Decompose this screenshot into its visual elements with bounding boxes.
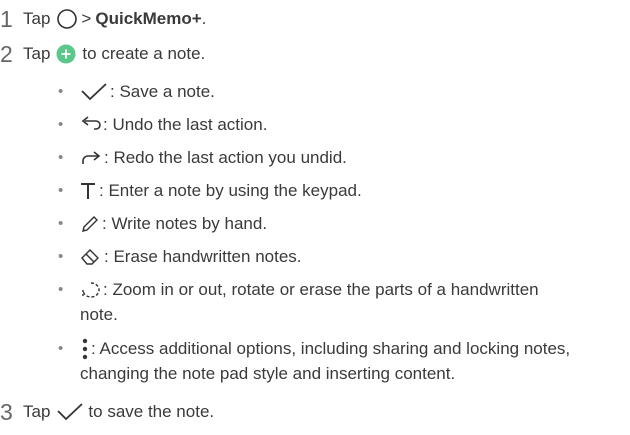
bullet-text-continued: note. (80, 305, 118, 324)
step-2: 2 Tap to create a note. (0, 41, 205, 67)
bullet-text: : Access additional options, including s… (91, 339, 571, 358)
step-number: 2 (0, 40, 13, 67)
more-options-icon (82, 338, 88, 360)
bullet-text: : Erase handwritten notes. (104, 247, 302, 266)
step-end: . (201, 9, 207, 28)
list-item: • : Redo the last action you undid. (58, 145, 347, 171)
list-item: • : Access additional options, including… (58, 336, 571, 362)
pen-icon (80, 214, 100, 234)
bullet-text: : Undo the last action. (103, 115, 268, 134)
step-text-tap: Tap (23, 402, 51, 421)
undo-icon (80, 115, 102, 135)
list-item: • : Zoom in or out, rotate or erase the … (58, 277, 539, 303)
app-name: QuickMemo+ (95, 9, 202, 28)
list-item: • : Enter a note by using the keypad. (58, 178, 362, 204)
checkmark-icon (56, 402, 84, 422)
text-t-icon (80, 181, 96, 201)
step-number: 1 (0, 5, 13, 32)
home-circle-icon (56, 8, 78, 30)
step-number: 3 (0, 398, 13, 425)
step-3: 3 Tap to save the note. (0, 399, 214, 425)
bullet-text: : Redo the last action you undid. (104, 148, 347, 167)
step-text: to save the note. (88, 402, 215, 421)
list-item: • : Erase handwritten notes. (58, 244, 302, 270)
bullet-text: : Zoom in or out, rotate or erase the pa… (103, 280, 539, 299)
bullet-text-continued: changing the note pad style and insertin… (80, 364, 456, 383)
redo-icon (80, 148, 102, 168)
checkmark-icon (80, 82, 108, 102)
step-text-tap: Tap (23, 44, 51, 63)
bullet-text: : Save a note. (110, 82, 215, 101)
list-item: • : Undo the last action. (58, 112, 268, 138)
list-item: • : Save a note. (58, 79, 215, 105)
eraser-icon (80, 247, 102, 267)
list-item: • : Write notes by hand. (58, 211, 268, 237)
step-text-tap: Tap (23, 9, 51, 28)
step-text: to create a note. (82, 44, 206, 63)
lasso-icon (80, 280, 102, 300)
bullet-text: : Write notes by hand. (102, 214, 268, 233)
step-gt: > (81, 9, 92, 28)
step-1: 1 Tap > QuickMemo+ . (0, 6, 206, 32)
add-note-icon (56, 44, 76, 64)
bullet-text: : Enter a note by using the keypad. (99, 181, 362, 200)
